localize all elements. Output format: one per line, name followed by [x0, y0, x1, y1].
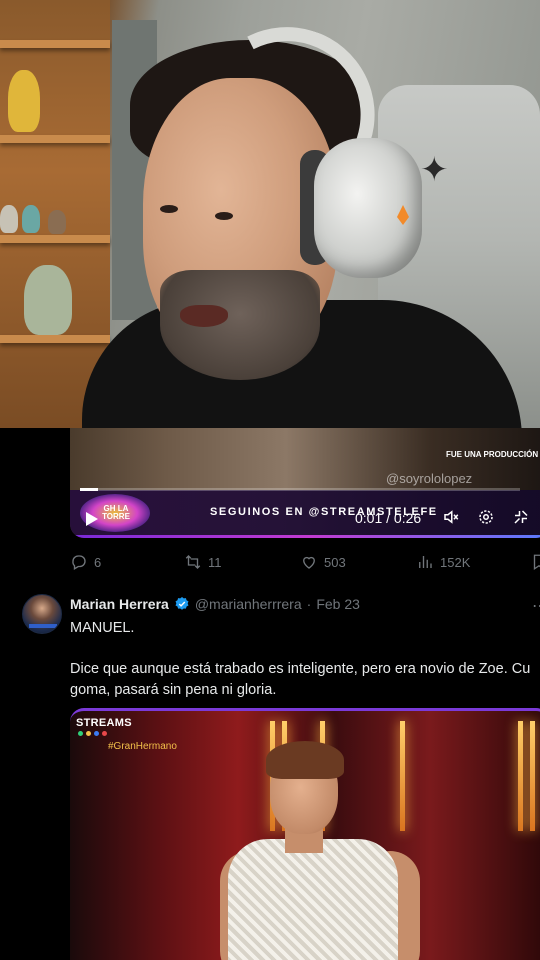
small-figurine — [48, 210, 66, 234]
small-figurine — [0, 205, 18, 233]
tweet-action-bar: 6 11 503 152K — [70, 550, 540, 574]
fullscreen-exit-icon[interactable] — [510, 508, 532, 528]
stage-light — [400, 721, 405, 831]
views-button[interactable]: 152K — [416, 550, 470, 574]
like-button[interactable]: 503 — [300, 550, 346, 574]
views-icon — [419, 556, 432, 568]
person-mouth — [180, 305, 228, 327]
streams-dot — [94, 731, 99, 736]
tweet-media[interactable]: STREAMS #GranHermano — [70, 708, 540, 960]
shelf — [0, 40, 110, 48]
video-time: 0:01 / 0:26 — [355, 510, 422, 526]
heart-icon — [303, 556, 315, 569]
stage-light — [530, 721, 535, 831]
person-eye — [215, 212, 233, 220]
reply-button[interactable]: 6 — [70, 550, 101, 574]
twitter-feed[interactable]: FUE UNA PRODUCCIÓN @soyrololopez GH LA T… — [0, 428, 540, 960]
webcam-feed: ✦ — [0, 0, 540, 428]
repost-icon — [185, 555, 201, 569]
show-logo-text: GH LA TORRE — [102, 504, 130, 521]
shelf — [0, 135, 110, 143]
gold-figurine — [8, 70, 40, 132]
avatar-caption-bar — [29, 624, 57, 628]
tweet-line: MANUEL. — [70, 620, 135, 636]
video-accent-line — [70, 535, 540, 538]
person-eye — [160, 205, 178, 213]
dino-figurine — [24, 265, 72, 335]
author-handle[interactable]: @marianherrrera — [195, 596, 302, 612]
streams-badge: STREAMS — [76, 717, 132, 729]
repost-button[interactable]: 11 — [184, 550, 222, 574]
bookshelf — [0, 0, 110, 428]
tweet-line: goma, pasará sin pena ni gloria. — [70, 682, 277, 698]
production-credit: FUE UNA PRODUCCIÓN — [446, 450, 539, 459]
settings-icon[interactable] — [475, 508, 497, 528]
streams-dot — [86, 731, 91, 736]
person-knit-top — [228, 839, 398, 960]
like-count: 503 — [324, 554, 346, 570]
chair-logo-icon: ✦ — [420, 151, 449, 189]
person-beard — [160, 270, 320, 380]
shelf — [0, 335, 110, 343]
author-name[interactable]: Marian Herrera — [70, 596, 169, 612]
headset-earcup — [314, 138, 422, 278]
stage-light — [518, 721, 523, 831]
reply-icon — [72, 555, 86, 570]
small-figurine — [22, 205, 40, 233]
hashtag-label: #GranHermano — [108, 741, 177, 752]
separator-dot: · — [306, 596, 312, 612]
tweet-line: Dice que aunque está trabado es intelige… — [70, 661, 531, 677]
person-hair — [266, 741, 344, 779]
video-progress-bar[interactable] — [80, 488, 520, 491]
tweet-header: Marian Herrera @marianherrrera · Feb 23 — [70, 596, 360, 612]
video-watermark: @soyrololopez — [386, 471, 473, 486]
streams-dot — [78, 731, 83, 736]
more-options-icon[interactable]: ⋯ — [532, 596, 540, 616]
play-icon[interactable] — [86, 512, 98, 526]
repost-count: 11 — [208, 554, 222, 570]
bookmark-button[interactable] — [530, 550, 540, 574]
tweet-date[interactable]: Feb 23 — [316, 596, 360, 612]
avatar[interactable] — [22, 594, 62, 634]
shelf — [0, 235, 110, 243]
streams-dots — [78, 731, 107, 736]
view-count: 152K — [440, 554, 471, 570]
embedded-video[interactable]: FUE UNA PRODUCCIÓN @soyrololopez GH LA T… — [70, 428, 540, 538]
tweet-text: MANUEL. Dice que aunque está trabado es … — [70, 618, 540, 701]
video-progress-fill — [80, 488, 98, 491]
bookmark-icon — [533, 554, 540, 571]
mute-icon[interactable] — [440, 508, 462, 528]
verified-badge-icon — [175, 597, 189, 610]
reply-count: 6 — [94, 554, 102, 570]
streams-dot — [102, 731, 107, 736]
